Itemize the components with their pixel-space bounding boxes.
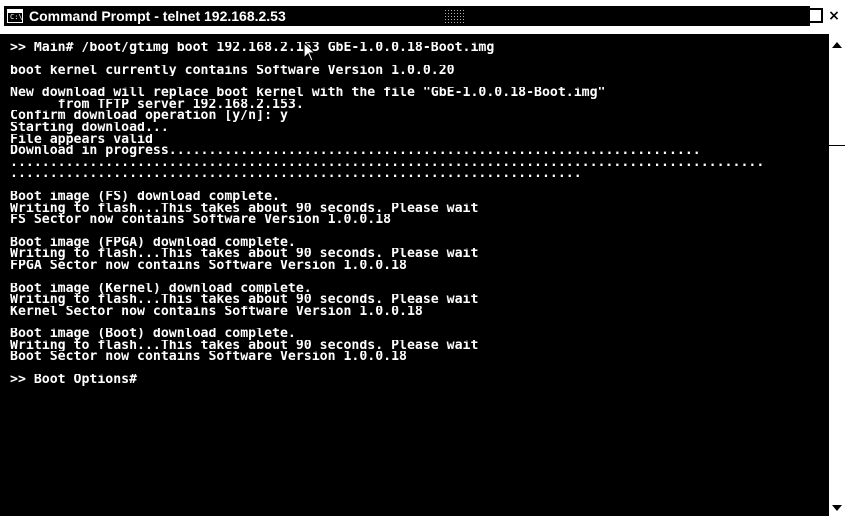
- console-line: ........................................…: [10, 168, 582, 180]
- title-bar-active[interactable]: C:\ Command Prompt - telnet 192.168.2.53: [4, 6, 810, 26]
- scrollbar-thumb[interactable]: [829, 145, 845, 146]
- console-line: from TFTP server 192.168.2.153.: [10, 98, 304, 111]
- title-bar-dither-pattern: [444, 9, 466, 23]
- console-line: Boot Sector now contains Software Versio…: [10, 351, 407, 364]
- console-line: ........................................…: [10, 156, 765, 169]
- arrow-down-icon[interactable]: [832, 505, 842, 511]
- console-line: Boot image (FS) download complete.: [10, 190, 280, 203]
- console-line: >> Main# /boot/gtimg boot 192.168.2.153 …: [10, 42, 495, 54]
- window-controls: ×: [790, 8, 841, 24]
- console-line: Boot image (Kernel) download complete.: [10, 282, 312, 295]
- title-bar[interactable]: C:\ Command Prompt - telnet 192.168.2.53…: [0, 0, 845, 30]
- console-line: Writing to flash...This takes about 90 s…: [10, 248, 479, 260]
- console-line: FPGA Sector now contains Software Versio…: [10, 259, 407, 272]
- window-title: Command Prompt - telnet 192.168.2.53: [29, 8, 286, 24]
- console-text: >> Main# /boot/gtimg boot 192.168.2.153 …: [10, 42, 828, 386]
- console-line: Starting download...: [10, 121, 169, 134]
- close-button[interactable]: ×: [827, 8, 841, 24]
- console-line: File appears valid: [10, 133, 153, 146]
- console-line: >> Boot Options#: [10, 374, 138, 386]
- minimize-button[interactable]: [790, 8, 804, 24]
- console-line: Writing to flash...This takes about 90 s…: [10, 294, 479, 306]
- console-line: Writing to flash...This takes about 90 s…: [10, 202, 479, 215]
- console-app-icon[interactable]: C:\: [7, 9, 23, 23]
- console-line: Confirm download operation [y/n]: y: [10, 110, 288, 122]
- console-line: Boot image (Boot) download complete.: [10, 328, 296, 340]
- console-line: Writing to flash...This takes about 90 s…: [10, 339, 479, 352]
- console-line: FS Sector now contains Software Version …: [10, 214, 392, 226]
- console-line: New download will replace boot kernel wi…: [10, 87, 606, 99]
- console-line: Boot image (FPGA) download complete.: [10, 236, 296, 249]
- console-line: boot kernel currently contains Software …: [10, 64, 455, 77]
- arrow-up-icon[interactable]: [832, 42, 842, 48]
- console-output-area[interactable]: >> Main# /boot/gtimg boot 192.168.2.153 …: [0, 34, 828, 516]
- command-prompt-window: C:\ Command Prompt - telnet 192.168.2.53…: [0, 0, 845, 516]
- maximize-button[interactable]: [808, 8, 823, 23]
- vertical-scrollbar[interactable]: [828, 34, 845, 516]
- console-line: Kernel Sector now contains Software Vers…: [10, 305, 423, 318]
- console-line: Download in progress....................…: [10, 145, 701, 157]
- console-app-icon-text: C:\: [10, 13, 23, 21]
